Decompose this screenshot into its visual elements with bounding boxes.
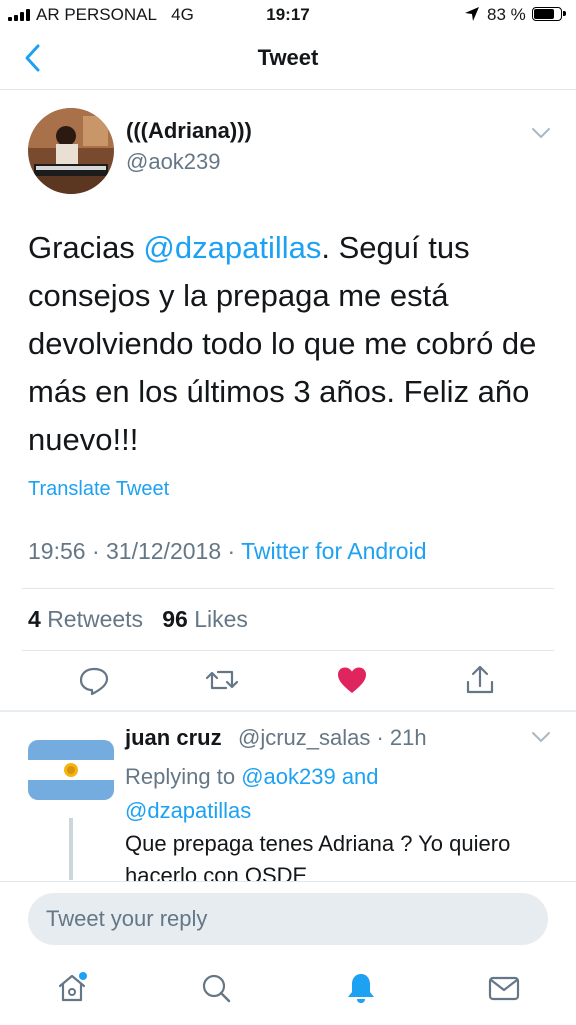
thread-line — [69, 818, 73, 880]
reply-author-avatar[interactable] — [28, 740, 114, 800]
home-icon — [54, 972, 90, 1010]
author-handle[interactable]: @aok239 — [126, 149, 221, 175]
mention-link[interactable]: @dzapatillas — [125, 798, 251, 823]
status-bar: AR PERSONAL 4G 19:17 83 % — [0, 0, 576, 30]
divider — [22, 650, 554, 651]
battery-percentage: 83 % — [487, 5, 526, 24]
tab-search[interactable] — [198, 970, 234, 1006]
search-icon — [198, 974, 234, 1010]
translate-tweet-link[interactable]: Translate Tweet — [28, 478, 169, 501]
divider — [0, 710, 576, 712]
reply-button[interactable] — [76, 662, 112, 698]
tweet-text: Gracias @dzapatillas. Seguí tus consejos… — [28, 230, 537, 457]
mention-link[interactable]: @dzapatillas — [143, 230, 321, 265]
retweet-button[interactable] — [204, 662, 240, 698]
messages-icon — [486, 976, 522, 1010]
mention-link[interactable]: @aok239 — [241, 764, 336, 789]
reply-author-handle[interactable]: @jcruz_salas · 21h — [238, 725, 427, 751]
battery-icon — [532, 7, 566, 21]
tweet-source-link[interactable]: Twitter for Android — [241, 538, 426, 564]
tab-home[interactable] — [54, 970, 90, 1006]
tweet-options-button[interactable] — [531, 126, 551, 145]
like-button[interactable] — [334, 662, 370, 698]
engagement-counts: 4 Retweets 96 Likes — [28, 606, 248, 633]
retweet-icon — [204, 670, 240, 702]
tab-messages[interactable] — [486, 970, 522, 1006]
share-icon — [462, 665, 498, 702]
tab-notifications[interactable] — [343, 970, 379, 1006]
reply-input[interactable] — [28, 893, 548, 945]
retweets-count-link[interactable]: 4 Retweets — [28, 606, 143, 632]
page-title: Tweet — [257, 45, 319, 70]
notifications-icon — [343, 974, 379, 1010]
reply-options-button[interactable] — [531, 730, 551, 749]
reply-author-name[interactable]: juan cruz — [125, 725, 222, 751]
author-avatar[interactable] — [28, 108, 114, 194]
likes-count-link[interactable]: 96 Likes — [162, 606, 248, 632]
reply-icon — [76, 667, 112, 702]
divider — [0, 89, 576, 90]
divider — [22, 588, 554, 589]
chevron-down-icon — [531, 731, 551, 748]
tweet-meta: 19:56 · 31/12/2018 · Twitter for Android — [28, 538, 427, 565]
location-arrow-icon — [464, 6, 480, 27]
share-button[interactable] — [462, 662, 498, 698]
like-icon — [334, 667, 370, 702]
chevron-down-icon — [531, 127, 551, 144]
tweet-timestamp: 19:56 · 31/12/2018 · — [28, 538, 242, 564]
replying-to: Replying to @aok239 and @dzapatillas — [125, 764, 379, 823]
author-display-name[interactable]: (((Adriana))) — [126, 118, 252, 144]
